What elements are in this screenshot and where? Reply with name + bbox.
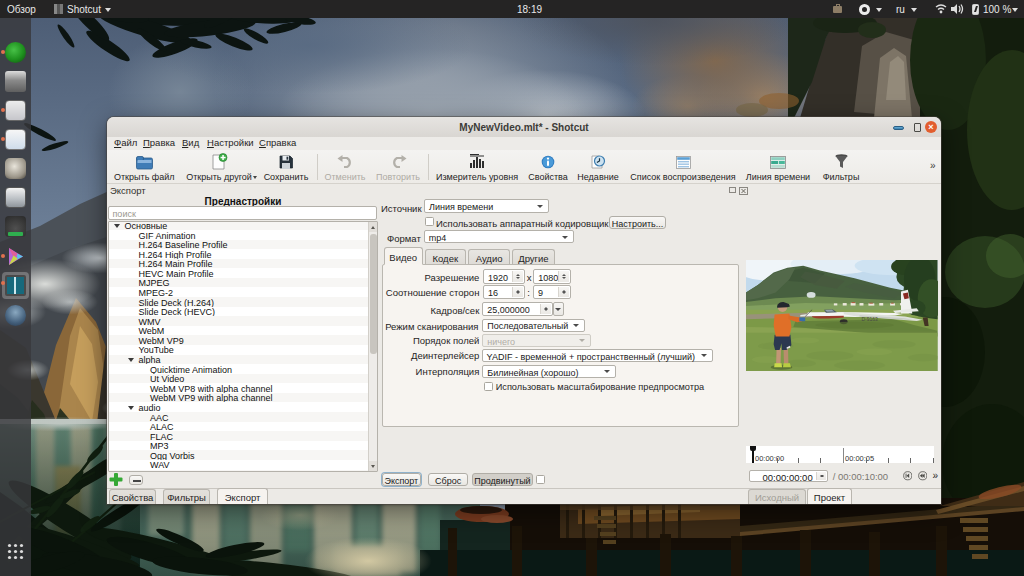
- svg-text:D-9163: D-9163: [861, 317, 877, 322]
